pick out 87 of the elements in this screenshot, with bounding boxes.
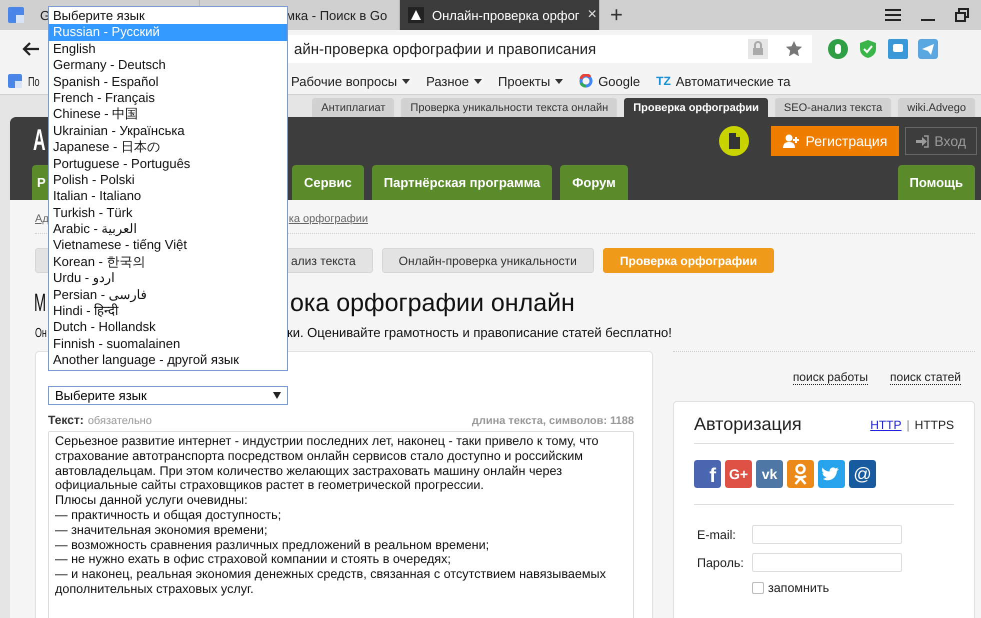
auth-title: Авторизация [694, 414, 802, 435]
nav-tab[interactable]: Форум [560, 165, 628, 200]
email-field[interactable] [752, 525, 902, 544]
breadcrumb-link[interactable]: ка орфографии [288, 213, 368, 233]
chat-icon[interactable] [888, 39, 908, 59]
twitter-button[interactable] [818, 460, 845, 488]
protocol-link[interactable]: HTTP [870, 418, 902, 432]
back-arrow-icon[interactable] [22, 41, 40, 57]
text-length: длина текста, символов: 1188 [472, 415, 634, 427]
language-option[interactable]: Polish - Polski [49, 172, 287, 188]
language-option[interactable]: Dutch - Hollandsk [49, 319, 287, 336]
required-hint: обязательно [88, 415, 152, 427]
language-option[interactable]: Korean - 한국의 [49, 254, 287, 270]
language-option[interactable]: Turkish - Türk [49, 204, 287, 222]
browser-tab[interactable]: Онлайн-проверка орфог × [400, 0, 600, 30]
nav-tab[interactable]: Партнёрская программа [372, 165, 552, 200]
language-option[interactable]: English [49, 40, 287, 58]
sign-in-icon [916, 134, 930, 148]
search-link[interactable]: поиск работы [792, 370, 868, 385]
language-option[interactable]: Spanish - Español [49, 74, 287, 90]
translate-icon [8, 7, 24, 23]
bookmark[interactable]: Проекты [498, 74, 564, 88]
language-select[interactable]: Выберите язык [48, 386, 288, 405]
language-option[interactable]: Hindi - हिन्दी [49, 303, 287, 320]
ok-button[interactable] [787, 460, 814, 488]
facebook-button[interactable]: f [694, 460, 721, 488]
language-option[interactable]: Arabic - العربية [49, 221, 287, 238]
remember-checkbox[interactable] [752, 582, 764, 594]
nav-tab[interactable]: Сервис [292, 165, 364, 200]
language-option[interactable]: French - Français [49, 90, 287, 106]
caret-icon [474, 78, 482, 84]
search-link[interactable]: поиск статей [890, 370, 961, 385]
google-icon [579, 74, 594, 88]
remember-label: запомнить [768, 581, 830, 595]
separator: | [906, 418, 910, 432]
lock-icon[interactable] [748, 39, 768, 59]
language-option[interactable]: Ukrainian - Українська [49, 122, 287, 140]
page-title: ока орфографии онлайн [290, 288, 575, 319]
paper-plane-icon[interactable] [918, 39, 938, 59]
language-option[interactable]: Portuguese - Português [49, 156, 287, 172]
password-field[interactable] [752, 553, 902, 572]
site-tab[interactable]: Проверка уникальности текста онлайн [401, 98, 618, 117]
protocol-label[interactable]: HTTPS [914, 418, 954, 432]
bookmark[interactable]: Google [579, 74, 640, 88]
breadcrumb-link[interactable]: Ад [35, 213, 49, 233]
restore-icon[interactable] [955, 8, 969, 22]
bookmark[interactable]: Разное [426, 74, 482, 88]
google-button[interactable]: G+ [725, 460, 752, 488]
site-tab[interactable]: wiki.Advego [898, 98, 975, 117]
bookmark[interactable]: По [8, 74, 41, 88]
translate-icon [8, 74, 22, 88]
caret-icon [273, 392, 281, 399]
language-option[interactable]: Italian - Italiano [49, 188, 287, 205]
site-tab[interactable]: Проверка орфографии [624, 98, 768, 117]
bookmark-logo: TZ [656, 74, 671, 88]
text-area[interactable]: Серьезное развитие интернет - индустрии последних лет, наконец - таки привело к тому, что страхование автотранспорта посредством онлайн сервисов стало доступно и российским автовладельцам. При этом количество желающих застраховать машину онлайн через официальные сайты страховщиков растет в геометрической прогрессии. Плюсы данной услуги очевидны: — практичность и общая доступность; — значительная экономия времени; — возможность сравнения различных предложений в реальном времени; — не нужно ехать в офис страховой компании и стоять в очередях; — и наконец, реальная экономия денежных средств, связанная с отсутствием навязываемых дополнительных страховых услуг. [48, 431, 634, 618]
password-label: Пароль: [697, 556, 745, 570]
circle-icon[interactable] [828, 39, 848, 59]
vk-button[interactable]: vk [756, 460, 783, 488]
caret-icon [402, 78, 410, 84]
site-tab[interactable]: SEO-анализ текста [774, 98, 892, 117]
menu-icon[interactable] [885, 8, 901, 22]
page-subtitle: ки. Оценивайте грамотность и правописание статей бесплатно! [287, 325, 672, 341]
language-option[interactable]: Urdu - اردو [49, 270, 287, 287]
email-label: E-mail: [697, 528, 737, 542]
language-option[interactable]: Finnish - suomalainen [49, 336, 287, 352]
close-icon[interactable]: × [588, 6, 597, 24]
star-icon[interactable] [786, 41, 802, 57]
new-tab-button[interactable]: + [610, 2, 623, 28]
bookmark[interactable]: Рабочие вопросы [291, 74, 410, 88]
language-option[interactable]: Chinese - 中国 [49, 106, 287, 123]
language-option[interactable]: Persian - فارسی [49, 286, 287, 304]
language-option[interactable]: Japanese - 日本の [49, 139, 287, 156]
document-icon[interactable] [719, 126, 750, 156]
nav-tab[interactable]: Помощь [898, 165, 975, 200]
language-option[interactable]: Another language - другой язык [49, 352, 287, 369]
mail-button[interactable]: @ [849, 460, 876, 488]
shield-icon[interactable] [858, 39, 878, 59]
bookmark[interactable]: TZ Автоматические та [656, 74, 791, 88]
site-tab[interactable]: Антиплагиат [312, 98, 394, 117]
user-plus-icon [783, 134, 800, 148]
caret-icon [555, 78, 564, 84]
subnav-button[interactable]: Онлайн-проверка уникальности [382, 248, 594, 273]
text-label: Текст: [48, 413, 84, 427]
language-option[interactable]: Vietnamese - tiếng Việt [49, 237, 287, 254]
triangle-icon [408, 7, 424, 23]
login-button[interactable]: Вход [905, 127, 977, 155]
